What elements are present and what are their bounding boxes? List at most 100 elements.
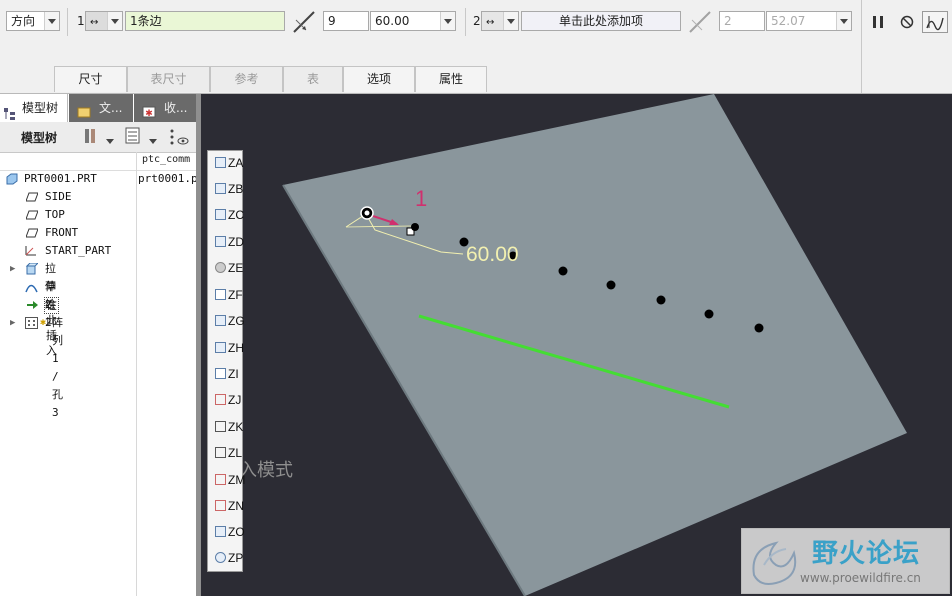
toolbar-button-zi[interactable]: ZI [211,363,241,385]
set2-number: 2 [473,14,481,28]
tab-table-dimensions[interactable]: 表尺寸 [127,66,210,92]
chevron-down-icon[interactable] [149,134,157,144]
view-toolbar: ZA ZB ZC ZD ZE ZF ZG ZH ZI ZJ ZK ZL ZM Z… [207,150,245,572]
tab-dimensions[interactable]: 尺寸 [54,66,127,92]
column-divider[interactable] [136,152,137,596]
pattern-member-point[interactable] [606,280,616,290]
pattern-member-point[interactable] [411,223,419,231]
tab-label: 尺寸 [78,72,103,86]
toolbar-button-zn[interactable]: ZN [211,495,244,517]
button-label: ZP [228,551,244,565]
toolbar-button-zb[interactable]: ZB [211,178,243,200]
settings-tools-icon[interactable] [82,127,100,145]
datum-axes-icon [215,394,226,405]
chevron-down-icon [107,12,122,30]
tab-table[interactable]: 表 [283,66,343,92]
watermark-title: 野火论坛 [812,539,921,569]
pattern-dashboard: 方向 1 ↔ 1条边 9 60.00 2 ↔ 单击此处添加项 2 52.07 尺… [0,0,952,94]
pattern-member-point[interactable] [656,295,666,305]
sketch-icon [25,281,38,293]
direction-dropdown[interactable]: 方向 [6,11,60,31]
spin-center-icon [215,552,226,563]
datum-planes-icon [215,421,226,432]
button-label: ZJ [228,393,242,407]
dimension-direction-icon[interactable] [292,10,316,34]
view-manager-icon [215,315,226,326]
column-header-ptc-common[interactable]: ptc_comm [142,154,198,165]
toolbar-button-zd[interactable]: ZD [211,231,244,253]
pattern-icon [25,317,38,329]
button-label: ZK [228,420,244,434]
datum-points-icon [215,474,226,485]
toolbar-button-zk[interactable]: ZK [211,416,244,438]
tab-favorites[interactable]: ✱ 收... [134,94,199,122]
filter-visibility-icon[interactable] [168,127,190,147]
tab-properties[interactable]: 属性 [415,66,487,92]
pattern-member-point[interactable] [754,323,764,333]
tab-label: 表尺寸 [150,72,187,86]
tab-folder-browser[interactable]: 文... [69,94,133,122]
extrude-icon [25,262,40,275]
tree-row-part[interactable]: PRT0001.PRT prt0001.p [0,170,199,188]
expand-arrow-icon[interactable]: ▶ [10,260,15,278]
toolbar-button-zl[interactable]: ZL [211,442,242,464]
verify-preview-icon[interactable] [922,11,948,33]
separator [67,8,68,36]
chevron-down-icon[interactable] [106,134,114,144]
tab-options[interactable]: 选项 [343,66,415,92]
tab-model-tree[interactable]: 模型树 [0,94,68,122]
pause-icon[interactable] [870,14,886,30]
toolbar-button-zf[interactable]: ZF [211,284,243,306]
tree-item-label: 阵列 1 / 孔 3 [52,316,63,419]
svg-text:✱: ✱ [145,109,153,119]
toolbar-button-zg[interactable]: ZG [211,310,245,332]
button-label: ZI [228,367,239,381]
toolbar-button-zc[interactable]: ZC [211,204,244,226]
tab-label: 参考 [234,72,259,86]
tree-item-label: START_PART [45,244,112,257]
chevron-down-icon [44,12,59,30]
toolbar-button-zm[interactable]: ZM [211,469,245,491]
flip-arrows-icon: ↔ [486,17,495,28]
dimension-value-label[interactable]: 60.00 [466,243,519,267]
tab-favorites-label: 收... [164,101,188,115]
separator [465,8,466,36]
set1-count-input[interactable]: 9 [323,11,369,31]
cancel-icon[interactable] [899,14,915,30]
toolbar-button-ze[interactable]: ZE [211,257,243,279]
dimension-direction-icon [688,10,712,34]
set1-reference-collector[interactable]: 1条边 [125,11,285,31]
toolbar-button-za[interactable]: ZA [211,152,243,174]
set2-direction-flip-button[interactable]: ↔ [481,11,519,31]
pattern-member-point[interactable] [558,266,568,276]
button-label: ZN [228,499,244,513]
wireframe-icon [215,289,226,300]
set1-reference-value: 1条边 [130,14,162,28]
expand-arrow-icon[interactable]: ▶ [10,314,15,332]
folder-icon [77,101,91,118]
set1-increment-dropdown[interactable]: 60.00 [370,11,456,31]
show-list-icon[interactable] [125,127,141,145]
toolbar-button-zp[interactable]: ZP [211,547,244,569]
model-view[interactable] [201,94,952,596]
set1-direction-flip-button[interactable]: ↔ [85,11,123,31]
flip-arrows-icon: ↔ [90,17,99,28]
tree-item-column-value: prt0001.p [138,172,198,185]
tab-label: 表 [306,72,319,86]
refit-icon [215,236,226,247]
set2-reference-collector[interactable]: 单击此处添加项 [521,11,681,31]
toolbar-button-zo[interactable]: ZO [211,521,245,543]
tab-references[interactable]: 参考 [210,66,283,92]
graphics-window[interactable]: 1 60.00 入模式 野火论坛 www.proewildfire.cn [201,94,952,596]
zoom-out-icon [215,209,226,220]
toolbar-button-zh[interactable]: ZH [211,337,244,359]
tree-toolbar: 模型树 [0,122,199,153]
pattern-member-point[interactable] [704,309,714,319]
dimension-index-label: 1 [415,186,428,211]
star-marker-icon: ✱ [40,317,47,328]
button-label: ZH [228,341,244,355]
set1-increment-value: 60.00 [375,14,410,28]
tree-item-label: 在此插入 [44,297,59,357]
toolbar-button-zj[interactable]: ZJ [211,389,241,411]
set2-reference-placeholder: 单击此处添加项 [558,14,643,28]
